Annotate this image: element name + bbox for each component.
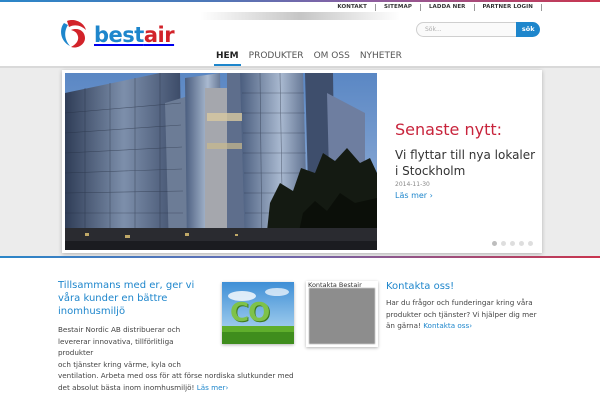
slider-dot-4[interactable] bbox=[519, 241, 524, 246]
co2-text: CO bbox=[230, 298, 270, 328]
bestair-logo[interactable]: bestair bbox=[58, 18, 178, 52]
utility-link-kontakt[interactable]: KONTAKT bbox=[329, 3, 375, 12]
contact-heading: Kontakta oss! bbox=[386, 281, 455, 292]
slider-dot-5[interactable] bbox=[528, 241, 533, 246]
search-input[interactable]: Sök... bbox=[416, 22, 517, 37]
top-accent-bar bbox=[0, 0, 600, 2]
logo-word-air: air bbox=[143, 23, 175, 47]
contact-text: Har du frågor och funderingar kring våra… bbox=[386, 297, 546, 332]
intro-text-line: det absolut bästa inom inomhusmiljö! bbox=[58, 382, 195, 392]
news-title-link[interactable]: Vi flyttar till nya lokaler i Stockholm bbox=[395, 147, 540, 179]
nav-item-produkter[interactable]: PRODUKTER bbox=[244, 46, 309, 66]
chevron-right-icon: › bbox=[469, 321, 473, 331]
news-date: 2014-11-30 bbox=[395, 181, 430, 188]
logo-word-best: best bbox=[94, 23, 144, 47]
slider-dot-2[interactable] bbox=[501, 241, 506, 246]
news-read-more-label: Läs mer bbox=[395, 191, 428, 200]
contact-link[interactable]: Kontakta oss› bbox=[423, 321, 472, 330]
header-decoration bbox=[200, 12, 400, 20]
nav-item-hem[interactable]: HEM bbox=[211, 46, 244, 67]
bestair-swoosh-icon bbox=[61, 20, 86, 48]
nav-item-nyheter[interactable]: NYHETER bbox=[355, 46, 407, 66]
nav-item-om-oss[interactable]: OM OSS bbox=[309, 46, 355, 66]
search-form: Sök... sök bbox=[416, 22, 540, 37]
utility-link-ladda-ner[interactable]: LADDA NER bbox=[421, 3, 474, 12]
slider-dot-1[interactable] bbox=[492, 241, 497, 246]
chevron-right-icon: › bbox=[225, 382, 229, 392]
intro-text-line: levererar innovativa, tillförlitliga pro… bbox=[58, 336, 174, 358]
chevron-right-icon: › bbox=[429, 191, 433, 200]
search-button[interactable]: sök bbox=[516, 22, 540, 37]
intro-read-more-label: Läs mer bbox=[196, 382, 226, 392]
logo-wordmark: bestair bbox=[94, 23, 175, 47]
utility-link-partner-login[interactable]: PARTNER LOGIN bbox=[475, 3, 541, 12]
utility-nav: KONTAKT SITEMAP LADDA NER PARTNER LOGIN bbox=[329, 3, 542, 12]
intro-heading: Tillsammans med er, ger vi våra kunder e… bbox=[58, 280, 195, 317]
intro-text-line: ventilation. Arbeta med oss för att förs… bbox=[58, 371, 294, 381]
news-read-more-link[interactable]: Läs mer › bbox=[395, 191, 433, 200]
contact-thumbnail-photo bbox=[309, 288, 375, 344]
news-heading: Senaste nytt: bbox=[395, 120, 503, 139]
hero-divider-bar bbox=[0, 256, 600, 258]
contact-link-label: Kontakta oss bbox=[423, 321, 470, 331]
utility-separator bbox=[541, 4, 542, 11]
intro-text-line: och tjänster kring värme, kyla och bbox=[58, 359, 181, 369]
utility-link-sitemap[interactable]: SITEMAP bbox=[376, 3, 420, 12]
slider-pagination bbox=[492, 241, 533, 246]
hero-image-gothia-towers[interactable] bbox=[65, 73, 377, 250]
contact-thumbnail[interactable]: Kontakta Bestair bbox=[306, 281, 378, 347]
co2-thumbnail[interactable]: CO bbox=[222, 282, 294, 344]
main-nav: HEM PRODUKTER OM OSS NYHETER bbox=[211, 46, 407, 67]
slider-dot-3[interactable] bbox=[510, 241, 515, 246]
intro-read-more-link[interactable]: Läs mer› bbox=[197, 383, 229, 392]
intro-text-line: Bestair Nordic AB distribuerar och bbox=[58, 325, 181, 334]
